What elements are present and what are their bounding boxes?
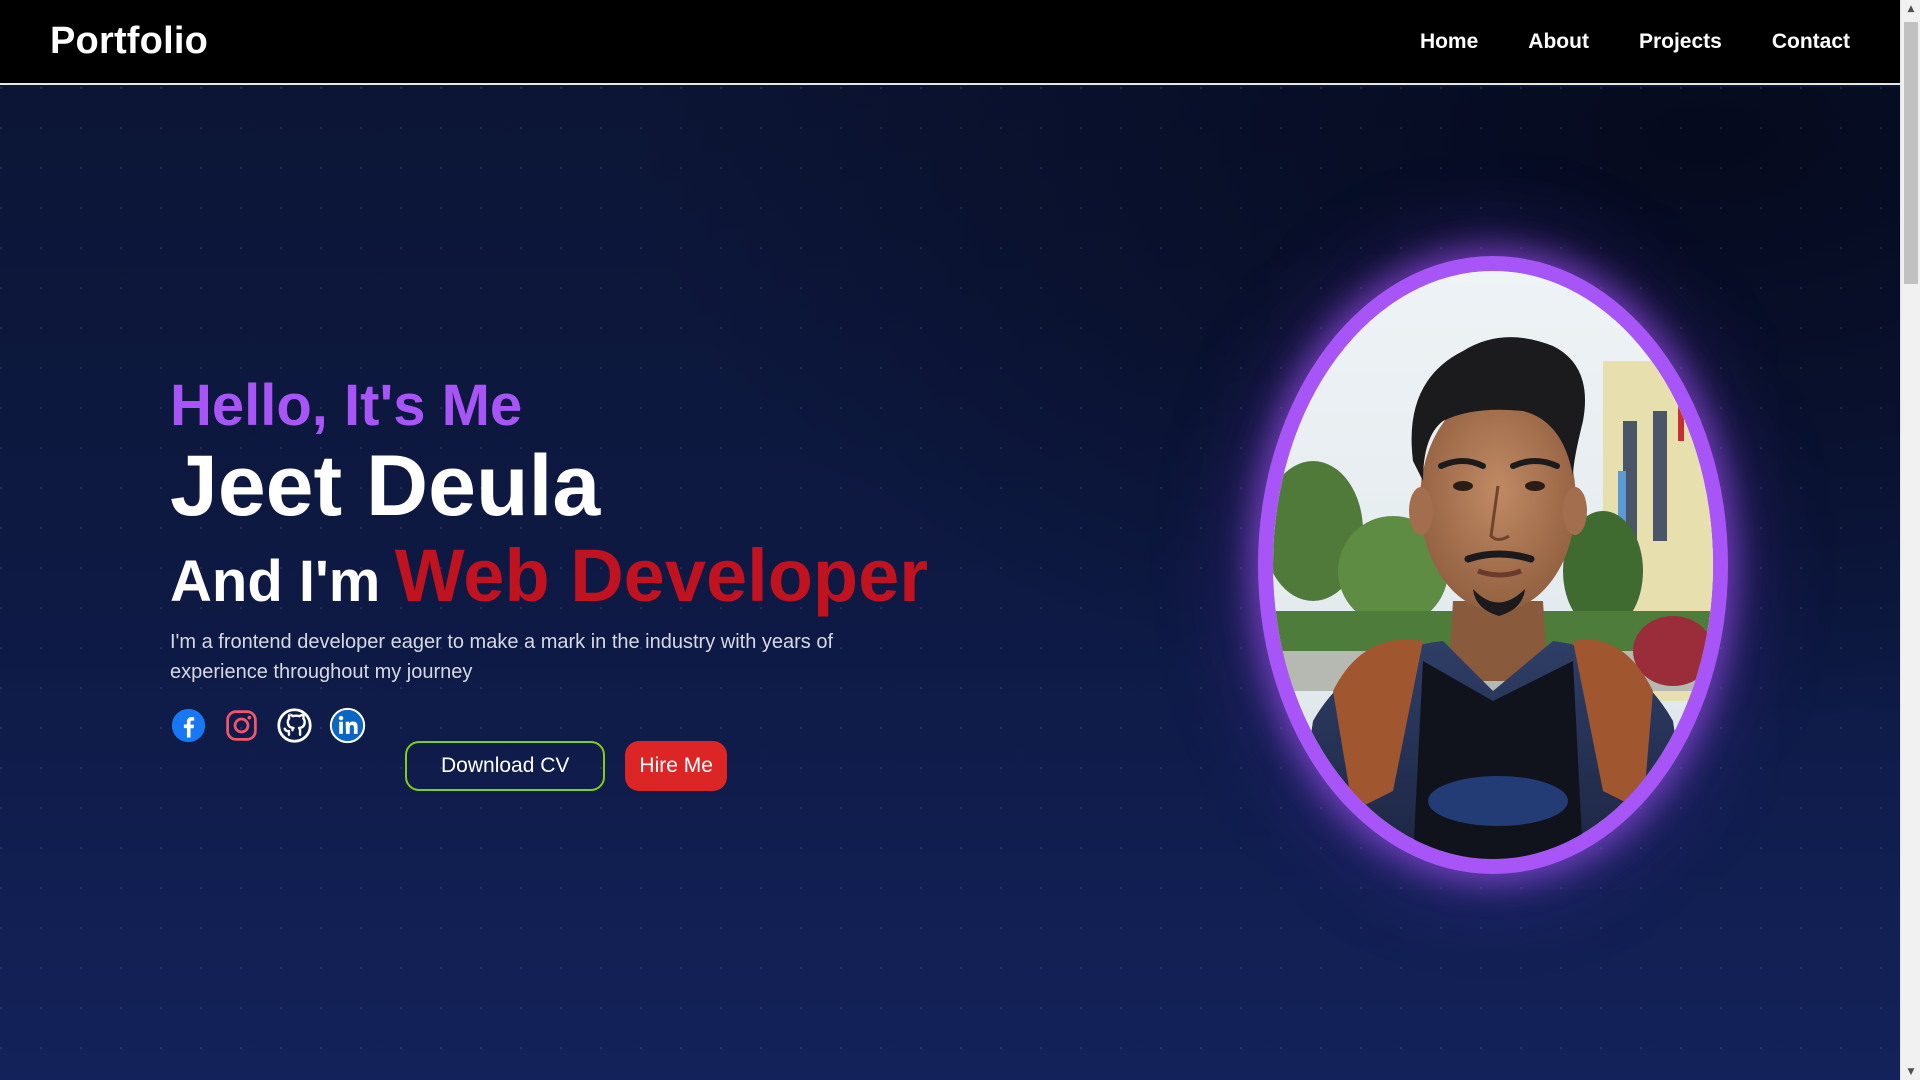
page: Portfolio Home About Projects Contact He…	[0, 0, 1920, 1080]
hire-me-button[interactable]: Hire Me	[625, 741, 727, 791]
role-prefix: And I'm	[170, 549, 381, 614]
navbar: Portfolio Home About Projects Contact	[0, 0, 1900, 85]
hero-section: Hello, It's Me Jeet Deula And I'm Web De…	[0, 87, 1900, 1080]
scrollbar[interactable]: ▲ ▼	[1900, 0, 1920, 1080]
scroll-up-icon[interactable]: ▲	[1901, 0, 1920, 17]
nav-link-home[interactable]: Home	[1420, 30, 1478, 54]
instagram-icon[interactable]	[223, 707, 260, 744]
hero-role: And I'm Web Developer	[170, 539, 928, 613]
github-icon[interactable]	[276, 707, 313, 744]
nav-link-projects[interactable]: Projects	[1639, 30, 1722, 54]
download-cv-button[interactable]: Download CV	[405, 741, 606, 791]
site-logo[interactable]: Portfolio	[50, 20, 208, 63]
hero-description: I'm a frontend developer eager to make a…	[170, 631, 834, 683]
profile-photo-frame	[1258, 256, 1728, 874]
role-title: Web Developer	[394, 534, 929, 617]
facebook-icon[interactable]	[170, 707, 207, 744]
profile-photo	[1273, 271, 1713, 859]
linkedin-icon[interactable]	[329, 707, 366, 744]
nav-links: Home About Projects Contact	[1420, 30, 1850, 54]
scrollbar-thumb[interactable]	[1904, 22, 1918, 284]
nav-link-contact[interactable]: Contact	[1772, 30, 1850, 54]
hero-buttons: Download CV Hire Me	[405, 741, 727, 791]
scroll-down-icon[interactable]: ▼	[1901, 1063, 1920, 1080]
social-links	[170, 707, 928, 744]
nav-link-about[interactable]: About	[1528, 30, 1589, 54]
hero-text: Hello, It's Me Jeet Deula And I'm Web De…	[170, 377, 928, 744]
hero-name: Jeet Deula	[170, 438, 601, 534]
hero-greeting: Hello, It's Me	[170, 373, 523, 438]
